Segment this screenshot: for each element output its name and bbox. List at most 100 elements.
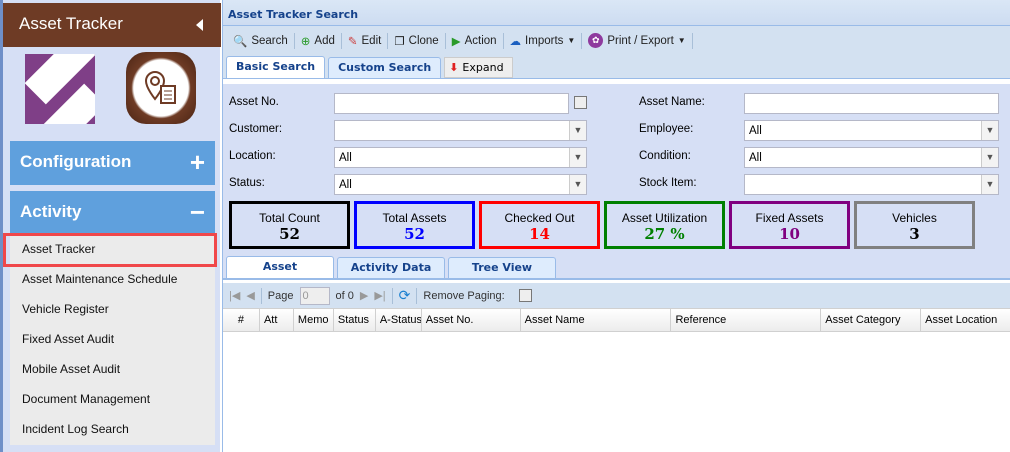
panel-title: Asset Tracker Search bbox=[223, 0, 1010, 26]
plus-icon: + bbox=[189, 147, 205, 177]
customer-select[interactable]: ▼ bbox=[334, 120, 587, 141]
menu-item-asset-maintenance-schedule[interactable]: Asset Maintenance Schedule bbox=[10, 265, 215, 295]
stat-label: Checked Out bbox=[504, 211, 575, 225]
stock-item-select[interactable]: ▼ bbox=[744, 174, 999, 195]
last-page-icon[interactable]: ▶| bbox=[374, 289, 385, 302]
asset-no-checkbox[interactable] bbox=[574, 96, 587, 109]
main-panel: Asset Tracker Search 🔍 Search ⊕ Add ✎ Edit … bbox=[222, 0, 1010, 452]
stat-label: Total Assets bbox=[382, 211, 447, 225]
select-value: All bbox=[339, 179, 352, 191]
column-header[interactable]: Memo bbox=[294, 309, 334, 331]
tab-custom-search[interactable]: Custom Search bbox=[328, 57, 442, 78]
collapse-sidebar-icon[interactable] bbox=[196, 19, 203, 31]
status-select[interactable]: All ▼ bbox=[334, 174, 587, 195]
stat-vehicles[interactable]: Vehicles 3 bbox=[854, 201, 975, 249]
stat-checked-out[interactable]: Checked Out 14 bbox=[479, 201, 600, 249]
column-header[interactable]: Asset Location bbox=[921, 309, 1010, 331]
column-header[interactable]: A-Status bbox=[376, 309, 422, 331]
chevron-down-icon[interactable]: ▼ bbox=[981, 148, 998, 167]
menu-item-document-management[interactable]: Document Management bbox=[10, 385, 215, 415]
stat-total-assets[interactable]: Total Assets 52 bbox=[354, 201, 475, 249]
activity-section[interactable]: Activity − bbox=[10, 191, 215, 235]
prev-page-icon[interactable]: ◀ bbox=[246, 289, 254, 302]
column-header[interactable]: Asset Name bbox=[521, 309, 672, 331]
button-label: Edit bbox=[361, 34, 382, 47]
button-label: Print / Export bbox=[607, 34, 674, 47]
print-icon: ✿ bbox=[588, 33, 604, 48]
page-input[interactable]: 0 bbox=[299, 286, 330, 305]
select-value: All bbox=[749, 125, 762, 137]
stat-value: 52 bbox=[279, 225, 300, 243]
menu-item-fixed-asset-audit[interactable]: Fixed Asset Audit bbox=[10, 325, 215, 355]
print-export-button[interactable]: ✿ Print / Export ▼ bbox=[582, 33, 691, 48]
company-logo bbox=[25, 54, 95, 124]
status-label: Status: bbox=[229, 177, 265, 189]
select-value: All bbox=[749, 152, 762, 164]
action-icon: ▶ bbox=[451, 35, 461, 48]
condition-select[interactable]: All ▼ bbox=[744, 147, 999, 168]
tab-activity-data[interactable]: Activity Data bbox=[337, 257, 445, 278]
asset-no-input[interactable] bbox=[334, 93, 569, 114]
tab-basic-search[interactable]: Basic Search bbox=[226, 56, 326, 78]
select-value: All bbox=[339, 152, 352, 164]
column-header[interactable]: Asset No. bbox=[422, 309, 521, 331]
button-label: Action bbox=[464, 34, 497, 47]
imports-button[interactable]: ☁ Imports ▼ bbox=[504, 34, 582, 48]
tab-tree-view[interactable]: Tree View bbox=[448, 257, 556, 278]
next-page-icon[interactable]: ▶ bbox=[360, 289, 368, 302]
stat-value: 14 bbox=[529, 225, 550, 243]
first-page-icon[interactable]: |◀ bbox=[229, 289, 240, 302]
location-select[interactable]: All ▼ bbox=[334, 147, 587, 168]
stat-value: 27 % bbox=[644, 225, 685, 243]
edit-button[interactable]: ✎ Edit bbox=[342, 34, 387, 48]
chevron-down-icon[interactable]: ▼ bbox=[981, 175, 998, 194]
grid-header: # Att Memo Status A-Status Asset No. Ass… bbox=[223, 308, 1010, 332]
section-label: Configuration bbox=[20, 152, 132, 171]
chevron-down-icon[interactable]: ▼ bbox=[569, 148, 586, 167]
refresh-icon[interactable]: ⟳ bbox=[399, 287, 411, 304]
add-button[interactable]: ⊕ Add bbox=[295, 34, 341, 48]
asset-tracker-app-icon bbox=[126, 52, 196, 124]
section-label: Activity bbox=[20, 202, 82, 221]
column-header[interactable]: Status bbox=[334, 309, 376, 331]
menu-item-mobile-asset-audit[interactable]: Mobile Asset Audit bbox=[10, 355, 215, 385]
tab-asset[interactable]: Asset bbox=[226, 256, 334, 278]
column-header[interactable]: # bbox=[223, 309, 260, 331]
stat-value: 3 bbox=[909, 225, 920, 243]
chevron-down-icon[interactable]: ▼ bbox=[569, 175, 586, 194]
stat-asset-utilization[interactable]: Asset Utilization 27 % bbox=[604, 201, 725, 249]
column-header[interactable]: Asset Category bbox=[821, 309, 922, 331]
column-header[interactable]: Reference bbox=[671, 309, 822, 331]
column-header[interactable]: Att bbox=[260, 309, 294, 331]
button-label: Search bbox=[251, 34, 288, 47]
clone-button[interactable]: ❐ Clone bbox=[388, 34, 444, 48]
app-title: Asset Tracker bbox=[19, 14, 123, 33]
button-label: Imports bbox=[525, 34, 564, 47]
remove-paging-checkbox[interactable] bbox=[518, 289, 532, 302]
page-label: Page bbox=[267, 289, 294, 302]
employee-select[interactable]: All ▼ bbox=[744, 120, 999, 141]
expand-button[interactable]: ⬇ Expand bbox=[444, 57, 513, 78]
menu-item-asset-tracker[interactable]: Asset Tracker bbox=[3, 233, 217, 267]
location-label: Location: bbox=[229, 150, 276, 162]
chevron-down-icon[interactable]: ▼ bbox=[981, 121, 998, 140]
button-label: Clone bbox=[408, 34, 439, 47]
chevron-down-icon[interactable]: ▼ bbox=[569, 121, 586, 140]
menu-item-incident-log-search[interactable]: Incident Log Search bbox=[10, 415, 215, 445]
activity-menu: Asset Tracker Asset Maintenance Schedule… bbox=[3, 233, 217, 445]
action-button[interactable]: ▶ Action bbox=[446, 34, 503, 48]
configuration-section[interactable]: Configuration + bbox=[10, 141, 215, 185]
stat-fixed-assets[interactable]: Fixed Assets 10 bbox=[729, 201, 850, 249]
asset-name-input[interactable] bbox=[744, 93, 999, 114]
stat-value: 52 bbox=[404, 225, 425, 243]
chevron-down-icon: ▼ bbox=[567, 36, 576, 45]
condition-label: Condition: bbox=[639, 150, 691, 162]
menu-item-vehicle-register[interactable]: Vehicle Register bbox=[10, 295, 215, 325]
clone-icon: ❐ bbox=[394, 35, 405, 48]
chevron-down-icon: ▼ bbox=[677, 36, 686, 45]
stat-total-count[interactable]: Total Count 52 bbox=[229, 201, 350, 249]
edit-icon: ✎ bbox=[347, 35, 358, 48]
search-button[interactable]: 🔍 Search bbox=[227, 34, 294, 48]
sidebar-header: Asset Tracker bbox=[3, 3, 221, 47]
stat-label: Total Count bbox=[259, 211, 320, 225]
